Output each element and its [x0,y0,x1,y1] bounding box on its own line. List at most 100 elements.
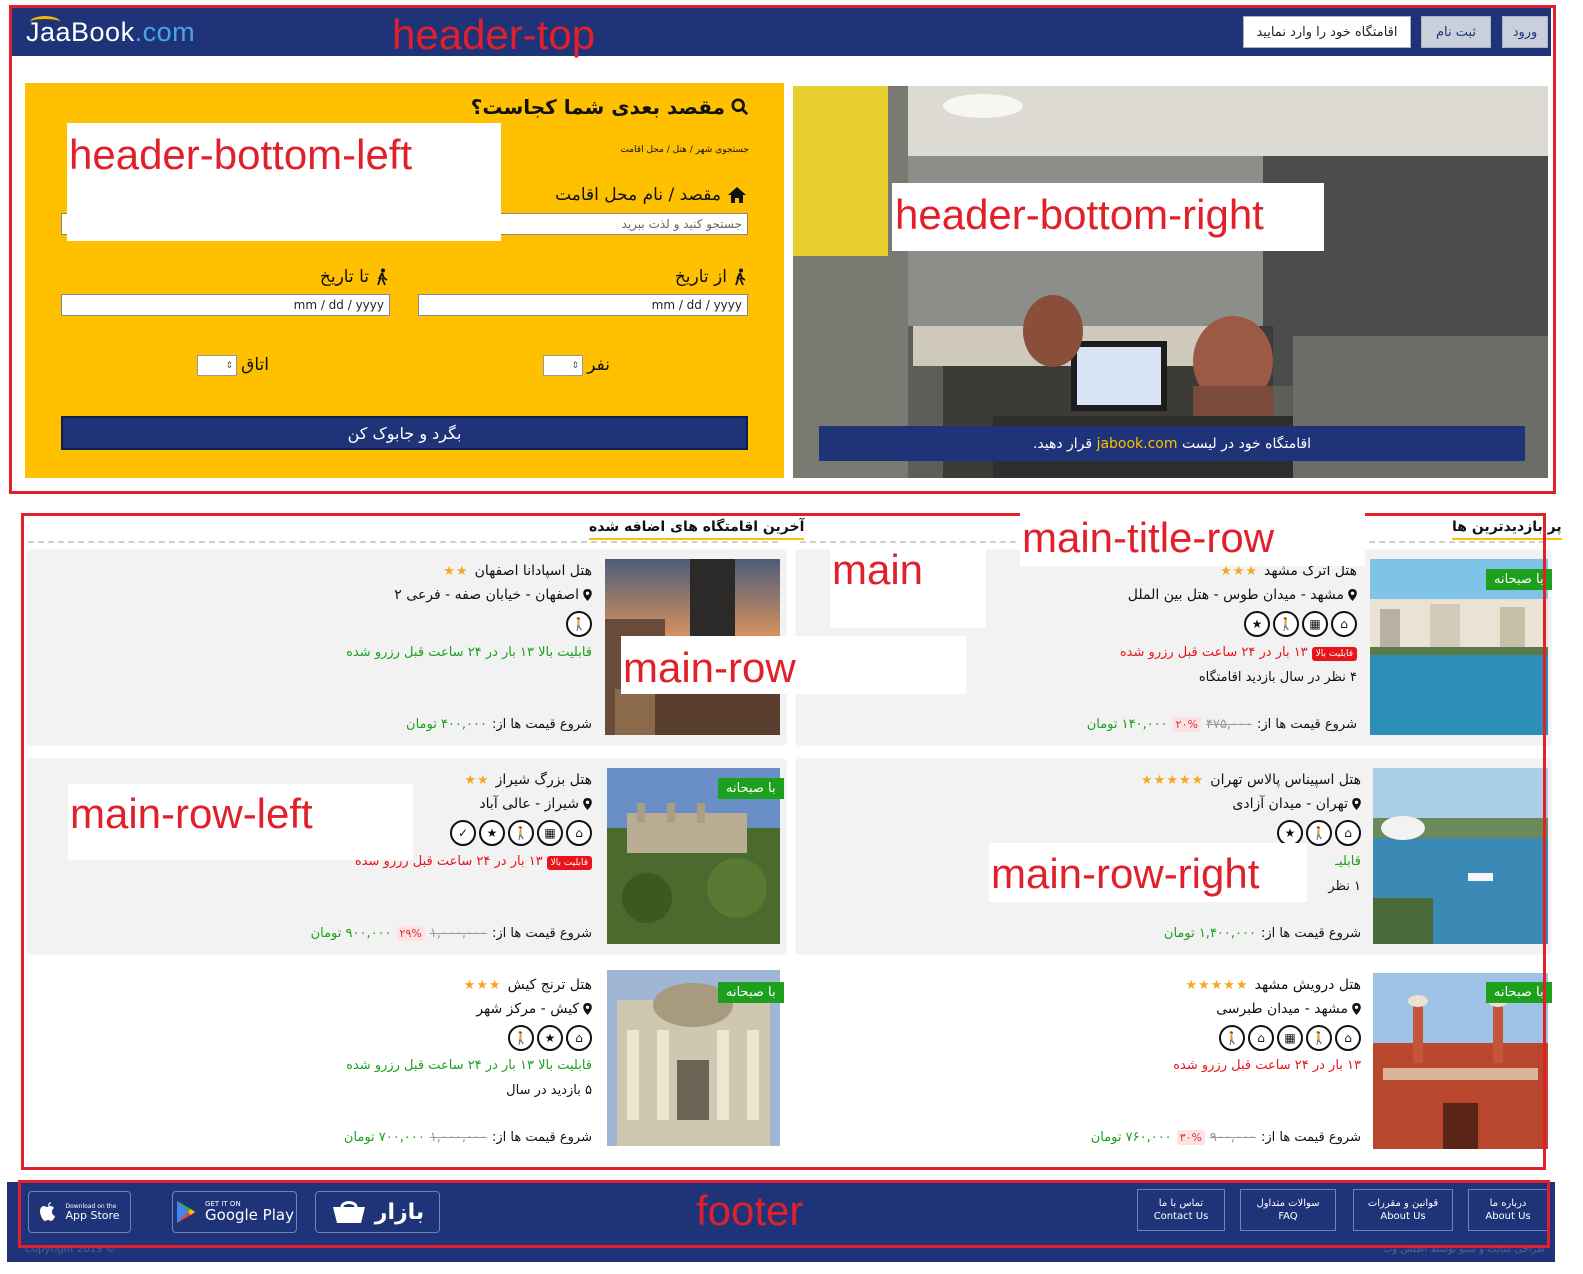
footer-link-faq[interactable]: سوالات متداول FAQ [1240,1189,1336,1231]
location-text: مشهد - میدان طوس - هتل بین الملل [1127,587,1344,603]
price-row: شروع قیمت ها از: ۱,۴۰۰,۰۰۰ تومان [1164,926,1361,941]
hotel-name[interactable]: هتل درویش مشهد ★★★★★ [1185,977,1361,993]
calendar-icon: ▦ [537,820,563,846]
rooms-stepper[interactable]: ⇕ [197,355,237,376]
hero-caption-link[interactable]: jabook.com [1097,436,1178,452]
gplay-label: Google Play [205,1206,294,1224]
discount-badge: ۳۰% [1176,1130,1205,1145]
annotation-main-row: main-row [623,644,796,691]
destination-label-text: مقصد / نام محل اقامت [555,185,721,205]
footer-link-about[interactable]: درباره ما About Us [1468,1189,1548,1231]
persons-stepper[interactable]: ⇕ [543,355,583,376]
location-text: مشهد - میدان طبرسی [1216,1001,1348,1017]
new-price: ۹۰۰,۰۰۰ تومان [310,926,392,941]
copyright: Copyright 2019 © [25,1244,116,1255]
to-date-label-text: تا تاریخ [319,267,369,287]
price-label: شروع قیمت ها از: [1260,1130,1361,1145]
divider [28,541,778,543]
home-icon: ⌂ [1335,1025,1361,1051]
footer-link-fa: درباره ما [1489,1198,1527,1209]
booking-note: قابلیت بالا ۱۳ بار در ۲۴ ساعت قبل رزرو ش… [346,1058,592,1073]
hero-caption[interactable]: اقامتگاه خود در لیست jabook.com قرار دهی… [819,426,1525,461]
rooms-label: اتاق [241,355,269,375]
register-button[interactable]: ثبت نام [1421,16,1491,48]
annotation-main: main [832,546,924,593]
star-rating: ★★★★★ [1185,977,1249,993]
price-label: شروع قیمت ها از: [491,717,592,732]
star-icon: ★ [537,1025,563,1051]
app-store-button[interactable]: Download on the App Store [28,1191,131,1233]
add-property-button[interactable]: اقامتگاه خود را وارد نمایید [1243,16,1411,48]
from-date-label-text: از تاریخ [674,267,727,287]
hotel-name[interactable]: هتل اسپادانا اصفهان ★★ [443,563,592,579]
hotel-location: مشهد - میدان طوس - هتل بین الملل [1128,587,1357,603]
to-date-input[interactable]: mm / dd / yyyy [61,294,390,316]
footer-link-fa: قوانین و مقررات [1367,1198,1439,1209]
hotel-name[interactable]: هتل بزرگ شیراز ★★ [464,772,592,788]
latest-section-title: آخرین اقامتگاه های اضافه شده [589,519,805,540]
hotel-name[interactable]: هتل ترنج کیش ★★★ [464,977,592,993]
hotel-location: تهران - میدان آزادی [1232,796,1361,812]
hotel-name-text: هتل اسپیناس پالاس تهران [1210,772,1361,788]
search-title: مقصد بعدی شما کجاست؟ [471,95,749,119]
pin-icon [1348,589,1357,601]
destination-label: مقصد / نام محل اقامت [555,185,747,205]
google-play-button[interactable]: GET IT ON Google Play [172,1191,297,1233]
hotel-name-text: هتل درویش مشهد [1254,977,1361,993]
price-row: شروع قیمت ها از: ۱,۰۰۰,۰۰۰ ۲۹% ۹۰۰,۰۰۰ توما… [311,926,592,941]
search-submit-button[interactable]: بگرد و جابوک کن [61,416,748,450]
annotation-header-bottom-left: header-bottom-left [69,131,413,178]
location-text: کیش - مرکز شهر [476,1001,579,1017]
review-note: ۱ نظر [1328,879,1361,894]
site-logo[interactable]: JaaBook.com [26,14,195,48]
pin-icon [583,589,592,601]
appstore-label: App Store [65,1208,120,1222]
old-price: ۴۷۵,۰۰۰ [1205,717,1252,732]
logo-arc-icon [30,16,60,28]
hot-badge: قابلیت بالا [1311,647,1357,661]
annotation-main-row-right: main-row-right [991,850,1260,897]
old-price: ۹۰۰,۰۰۰ [1209,1130,1256,1145]
hot-badge: قابلیت بالا [546,856,592,870]
hotel-location: شیراز - عالی آباد [479,796,592,812]
walker-icon: 🚶 [1306,820,1332,846]
annotation-main-title-row: main-title-row [1022,514,1275,561]
footer-link-rules[interactable]: قوانین و مقررات About Us [1353,1189,1453,1231]
breakfast-badge: با صبحانه [1486,569,1552,590]
logo-suffix: .com [134,17,196,47]
annotation-main-row-left: main-row-left [70,790,313,837]
hotel-image[interactable] [1373,768,1548,944]
calendar-icon: ▦ [1277,1025,1303,1051]
footer-link-en: FAQ [1278,1211,1298,1222]
review-note: ۴ نظر در سال بازدید اقامتگاه [1198,670,1357,685]
footer-link-contact[interactable]: تماس با ما Contact Us [1137,1189,1225,1231]
new-price: ۴۰۰,۰۰۰ تومان [406,717,487,732]
home-icon: ⌂ [1335,820,1361,846]
booking-note: قابلیت بالا۱۳ بار در ۲۴ ساعت قبل رزرو شد… [1120,645,1357,661]
home-icon: ⌂ [566,1025,592,1051]
from-date-input[interactable]: mm / dd / yyyy [418,294,748,316]
walker-icon: 🚶 [566,611,592,637]
price-row: شروع قیمت ها از: ۴۰۰,۰۰۰ تومان [406,717,592,732]
price-row: شروع قیمت ها از: ۴۷۵,۰۰۰ ۲۰% ۱۴۰,۰۰۰ تومان [1087,717,1357,732]
home-icon [728,187,746,203]
login-button[interactable]: ورود [1502,16,1548,48]
hero-image [793,86,1548,478]
new-price: ۷۰۰,۰۰۰ تومان [343,1130,425,1145]
search-title-text: مقصد بعدی شما کجاست؟ [470,95,725,119]
amenity-icons: ⌂ 🚶 ▦ ⌂ 🚶 [1219,1025,1361,1051]
visit-note: ۵ بازدید در سال [506,1083,592,1098]
footer-link-en: About Us [1380,1211,1426,1222]
hotel-name-text: هتل ترنج کیش [507,977,592,993]
hotel-name-text: هتل بزرگ شیراز [495,772,592,788]
amenity-icons: ⌂ ▦ 🚶 ★ [1244,611,1357,637]
footer-link-fa: سوالات متداول [1256,1198,1320,1209]
hotel-name[interactable]: هتل اسپیناس پالاس تهران ★★★★★ [1141,772,1361,788]
old-price: ۱,۰۰۰,۰۰۰ [429,926,487,941]
price-label: شروع قیمت ها از: [1260,926,1361,941]
breakfast-badge: با صبحانه [1486,982,1552,1003]
popular-section-title: پر بازدیدترین ها [1452,519,1562,540]
bazaar-store-button[interactable]: بازار [315,1191,440,1233]
star-icon: ★ [479,820,505,846]
location-text: شیراز - عالی آباد [479,796,579,812]
